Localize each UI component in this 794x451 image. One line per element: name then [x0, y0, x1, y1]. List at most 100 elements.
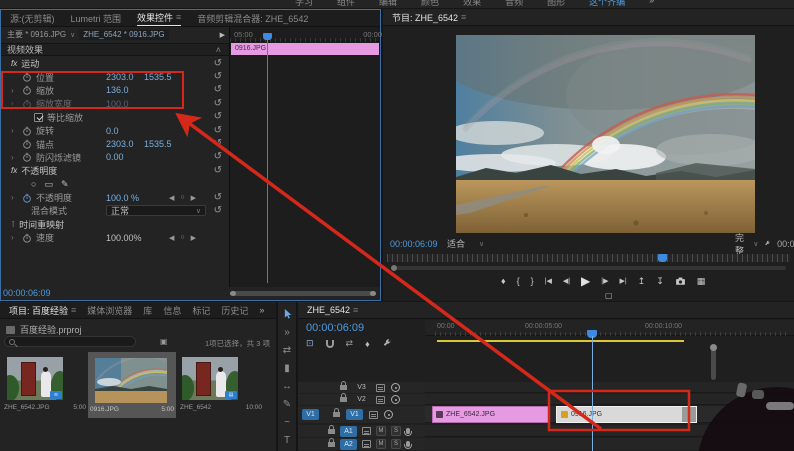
tab-history[interactable]: 历史记 — [221, 304, 248, 317]
reset-parameter-icon[interactable]: ↺ — [214, 139, 222, 149]
tab-project[interactable]: 项目: 百度经验 — [9, 304, 68, 317]
track-output-eye-icon[interactable] — [384, 410, 393, 419]
keyframe-prev-icon[interactable]: ◀ — [169, 194, 174, 202]
lift-button[interactable]: ↥ — [638, 276, 646, 287]
anchor-x-value[interactable]: 2303.0 — [106, 139, 134, 149]
selection-tool-icon[interactable] — [282, 308, 292, 320]
toggle-animation-stopwatch-icon[interactable] — [22, 193, 32, 203]
program-scrollbar[interactable] — [391, 266, 786, 270]
tab-media-browser[interactable]: 媒体浏览器 — [87, 304, 132, 317]
tab-effect-controls[interactable]: 效果控件 — [137, 11, 173, 24]
uniform-scale-checkbox[interactable] — [34, 113, 43, 122]
workspace-tab-active[interactable]: 这个齐编 — [589, 0, 625, 8]
hand-tool-icon[interactable]: ~ — [277, 417, 297, 428]
button-editor-button[interactable]: ▦ — [697, 276, 706, 287]
speed-row[interactable]: › 速度 100.00% ◀ ○ ▶ — [1, 231, 229, 244]
tab-audio-clip-mixer[interactable]: 音频剪辑混合器: ZHE_6542 — [197, 12, 308, 25]
sync-lock-icon[interactable] — [376, 396, 385, 404]
tab-sequence[interactable]: ZHE_6542 — [307, 305, 350, 315]
pen-tool-icon[interactable]: ✎ — [277, 399, 297, 410]
antiflicker-row[interactable]: › 防闪烁滤镜 0.00 ↺ — [1, 151, 229, 164]
sync-lock-icon[interactable] — [362, 440, 371, 448]
anchor-point-row[interactable]: 锚点 2303.0 1535.5 ↺ — [1, 137, 229, 150]
position-y-value[interactable]: 1535.5 — [144, 72, 172, 82]
keyframe-next-icon[interactable]: ▶ — [191, 234, 196, 242]
project-item-thumbnail[interactable] — [95, 358, 167, 403]
mark-out-button[interactable]: } — [531, 276, 534, 286]
toggle-animation-stopwatch-icon[interactable] — [22, 152, 32, 162]
toggle-animation-stopwatch-icon[interactable] — [22, 99, 32, 109]
tab-libraries[interactable]: 库 — [143, 304, 152, 317]
ellipse-mask-icon[interactable]: ○ — [31, 179, 36, 189]
track-lock-icon[interactable] — [333, 412, 340, 417]
solo-button[interactable]: S — [391, 439, 401, 449]
blend-mode-row[interactable]: 混合模式 正常 ∨ ↺ — [1, 204, 229, 217]
reset-parameter-icon[interactable]: ↺ — [214, 152, 222, 162]
keyframe-add-icon[interactable]: ○ — [180, 194, 184, 201]
track-select-tool-icon[interactable]: » — [277, 327, 297, 338]
reset-parameter-icon[interactable]: ↺ — [214, 112, 222, 122]
timeline-scrollbar[interactable] — [711, 346, 716, 380]
razor-tool-icon[interactable]: ▮ — [277, 363, 297, 374]
track-output-eye-icon[interactable] — [391, 383, 400, 392]
timeline-clip-2-selected[interactable]: 0916.JPG — [556, 406, 697, 423]
settings-wrench-icon[interactable] — [764, 239, 771, 249]
rect-mask-icon[interactable]: ▭ — [44, 179, 53, 190]
track-lock-icon[interactable] — [328, 429, 335, 434]
expand-arrow-icon[interactable]: › — [11, 99, 18, 108]
ripple-edit-tool-icon[interactable]: ⇄ — [277, 345, 297, 356]
tab-program-monitor[interactable]: 节目: ZHE_6542 — [392, 11, 458, 24]
panel-menu-icon[interactable]: ≡ — [176, 12, 181, 22]
list-view-toggle-icon[interactable]: ▣ — [160, 337, 168, 346]
panel-menu-icon[interactable]: ≡ — [71, 305, 76, 315]
ec-playhead-marker[interactable] — [263, 33, 272, 40]
uniform-scale-row[interactable]: 等比缩放 ↺ — [1, 111, 229, 124]
track-name-a2[interactable]: A2 — [340, 439, 357, 450]
expand-arrow-icon[interactable]: › — [11, 126, 18, 135]
mute-button[interactable]: M — [376, 426, 386, 436]
go-to-out-button[interactable]: ▶| — [619, 277, 626, 285]
step-forward-button[interactable]: |▶ — [601, 277, 608, 285]
reset-parameter-icon[interactable]: ↺ — [214, 166, 222, 176]
solo-button[interactable]: S — [391, 426, 401, 436]
expand-arrow-icon[interactable]: › — [11, 233, 18, 242]
track-lock-icon[interactable] — [340, 385, 347, 390]
scale-value[interactable]: 136.0 — [106, 85, 129, 95]
slip-tool-icon[interactable]: ↔ — [277, 381, 297, 392]
program-playhead-marker[interactable] — [658, 254, 667, 262]
tab-markers[interactable]: 标记 — [192, 304, 210, 317]
nest-icon[interactable]: ⊡ — [306, 338, 314, 349]
add-marker-button[interactable]: ♦ — [501, 276, 506, 286]
reset-parameter-icon[interactable]: ↺ — [214, 193, 222, 203]
voiceover-mic-icon[interactable] — [406, 441, 410, 447]
workspace-tab[interactable]: 音频 — [505, 0, 523, 8]
export-frame-camera-icon[interactable] — [675, 276, 686, 286]
go-to-in-button[interactable]: |◀ — [545, 277, 552, 285]
reset-parameter-icon[interactable]: ↺ — [214, 59, 222, 69]
sync-lock-icon[interactable] — [369, 411, 378, 419]
playback-resolution-select[interactable]: 完整 — [735, 231, 747, 257]
tab-source-monitor[interactable]: 源:(无剪辑) — [10, 12, 55, 25]
type-tool-icon[interactable]: T — [277, 435, 297, 446]
timeline-clip-1[interactable]: ZHE_6542.JPG — [432, 406, 549, 423]
expand-arrow-icon[interactable]: › — [11, 153, 18, 162]
panel-overflow-icon[interactable]: » — [259, 305, 264, 315]
add-marker-icon[interactable]: ♦ — [365, 339, 370, 349]
track-name-a1[interactable]: A1 — [340, 426, 357, 437]
workspace-tab[interactable]: 效果 — [463, 0, 481, 8]
project-item[interactable]: ≋ ZHE_6542.JPG 5:00 — [2, 354, 88, 411]
toggle-animation-stopwatch-icon[interactable] — [22, 85, 32, 95]
rotation-value[interactable]: 0.0 — [106, 126, 119, 136]
comparison-view-button[interactable]: ▢ — [605, 291, 613, 300]
linked-selection-icon[interactable]: ⇄ — [346, 338, 354, 349]
toggle-animation-stopwatch-icon[interactable] — [22, 126, 32, 136]
zoom-level-select[interactable]: 适合 ∨ — [447, 237, 484, 250]
chevron-down-icon[interactable]: ∨ — [70, 31, 75, 39]
project-item[interactable]: ▤ ZHE_6542 10:00 — [178, 354, 264, 411]
antiflicker-value[interactable]: 0.00 — [106, 152, 124, 162]
opacity-value-row[interactable]: › 不透明度 100.0 % ◀ ○ ▶ ↺ — [1, 191, 229, 204]
keyframe-prev-icon[interactable]: ◀ — [169, 234, 174, 242]
blend-mode-select[interactable]: 正常 ∨ — [106, 205, 206, 216]
scale-row[interactable]: › 缩放 136.0 ↺ — [1, 84, 229, 97]
track-name-v2[interactable]: V2 — [353, 394, 370, 405]
